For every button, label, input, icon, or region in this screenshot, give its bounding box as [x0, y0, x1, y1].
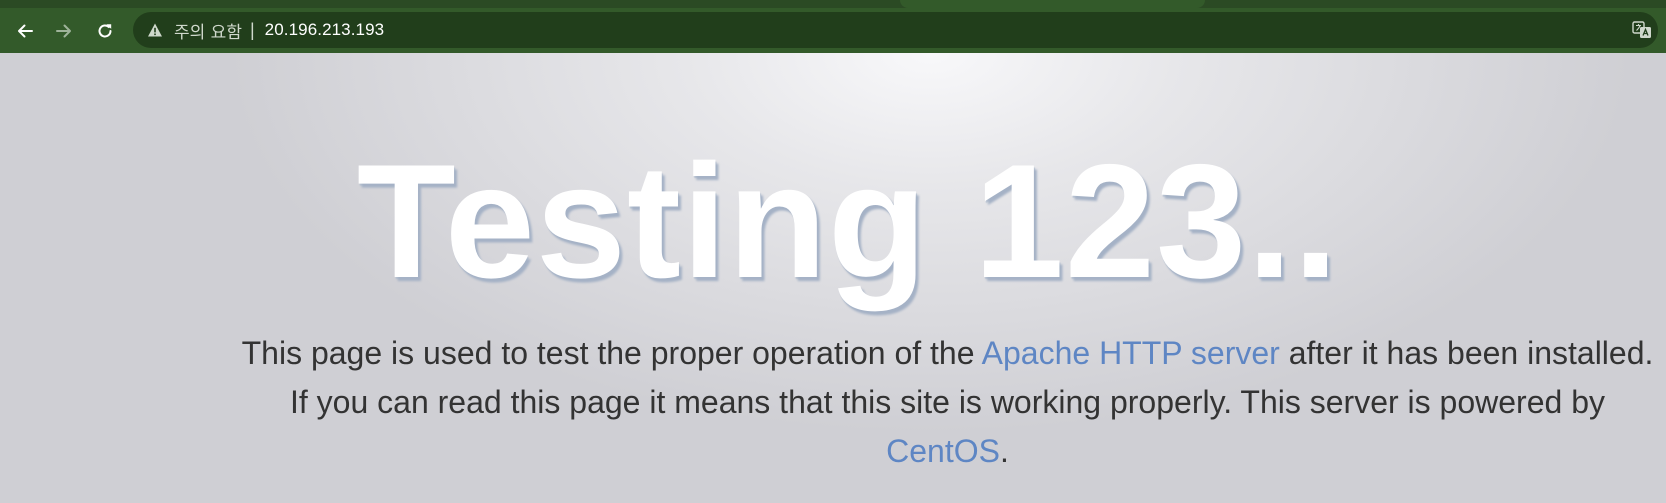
forward-button[interactable] [48, 15, 80, 47]
browser-chrome: 주의 요함 | 20.196.213.193 [0, 0, 1666, 53]
centos-link[interactable]: CentOS [886, 433, 1000, 469]
apache-http-server-link[interactable]: Apache HTTP server [982, 335, 1280, 371]
page-content: Testing 123.. This page is used to test … [0, 53, 1666, 503]
warning-triangle-icon[interactable] [147, 22, 163, 38]
intro-paragraph: This page is used to test the proper ope… [240, 329, 1655, 476]
back-button[interactable] [9, 15, 41, 47]
back-arrow-icon [18, 24, 33, 38]
paragraph-text-1: This page is used to test the proper ope… [241, 335, 982, 371]
forward-arrow-icon [56, 24, 71, 38]
translate-icon[interactable] [1632, 20, 1652, 40]
tab-strip [0, 0, 1666, 8]
security-status-label[interactable]: 주의 요함 [174, 18, 242, 43]
reload-icon [98, 24, 112, 38]
reload-button[interactable] [89, 15, 121, 47]
active-tab[interactable] [900, 0, 1205, 8]
browser-toolbar: 주의 요함 | 20.196.213.193 [0, 8, 1666, 53]
url-text[interactable]: 20.196.213.193 [265, 20, 385, 40]
paragraph-text-3: . [999, 433, 1009, 469]
security-divider: | [249, 19, 255, 40]
page-headline: Testing 123.. [356, 131, 1340, 312]
address-bar[interactable]: 주의 요함 | 20.196.213.193 [133, 12, 1658, 48]
